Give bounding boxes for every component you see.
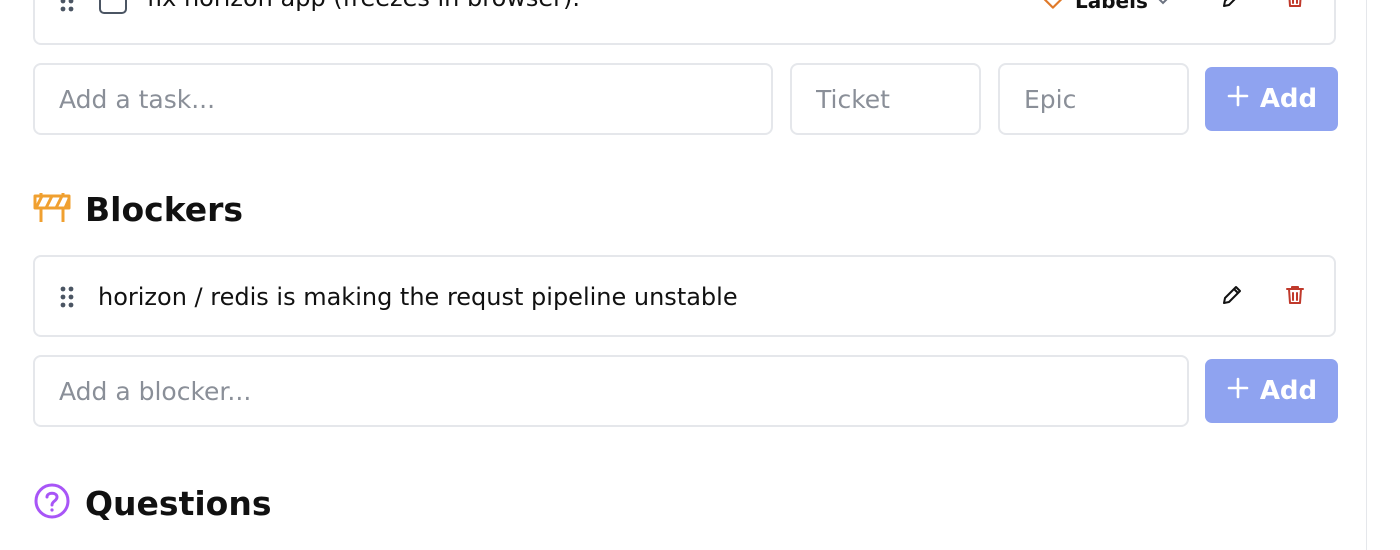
edit-task-button[interactable] xyxy=(1218,0,1246,14)
scrollbar-divider xyxy=(1366,0,1367,550)
plus-icon xyxy=(1226,376,1250,407)
add-task-input[interactable] xyxy=(33,63,773,135)
chevron-down-icon xyxy=(1156,0,1170,13)
epic-input[interactable] xyxy=(998,63,1189,135)
blocker-row: horizon / redis is making the requst pip… xyxy=(33,255,1336,337)
blocker-text: horizon / redis is making the requst pip… xyxy=(98,283,738,311)
pencil-icon xyxy=(1220,283,1244,311)
drag-handle-icon[interactable] xyxy=(60,0,74,12)
scrollbar[interactable] xyxy=(1366,0,1394,550)
plus-icon xyxy=(1226,84,1250,115)
add-blocker-input[interactable] xyxy=(33,355,1189,427)
add-task-button[interactable]: Add xyxy=(1205,67,1338,131)
task-row: fix horizon app (freezes in browser). La… xyxy=(33,0,1336,45)
add-task-button-label: Add xyxy=(1259,84,1318,114)
delete-task-button[interactable] xyxy=(1281,0,1309,14)
trash-icon xyxy=(1283,283,1307,311)
pencil-icon xyxy=(1220,0,1244,14)
add-blocker-button[interactable]: Add xyxy=(1205,359,1338,423)
tag-icon xyxy=(1041,0,1067,17)
edit-blocker-button[interactable] xyxy=(1218,283,1246,311)
labels-label: Labels xyxy=(1075,0,1148,13)
barrier-icon xyxy=(33,191,71,229)
add-blocker-button-label: Add xyxy=(1259,376,1318,406)
delete-blocker-button[interactable] xyxy=(1281,283,1309,311)
trash-icon xyxy=(1283,0,1307,14)
drag-handle-icon[interactable] xyxy=(60,286,74,308)
ticket-input[interactable] xyxy=(790,63,981,135)
blockers-title: Blockers xyxy=(85,190,244,229)
questions-title: Questions xyxy=(85,483,272,523)
task-checkbox[interactable] xyxy=(99,0,127,14)
questions-heading: Questions xyxy=(33,482,271,524)
blockers-heading: Blockers xyxy=(33,190,243,229)
standup-page: fix horizon app (freezes in browser). La… xyxy=(0,0,1400,550)
question-circle-icon xyxy=(33,482,71,524)
labels-dropdown[interactable]: Labels xyxy=(1041,0,1170,16)
task-text: fix horizon app (freezes in browser). xyxy=(147,0,580,12)
